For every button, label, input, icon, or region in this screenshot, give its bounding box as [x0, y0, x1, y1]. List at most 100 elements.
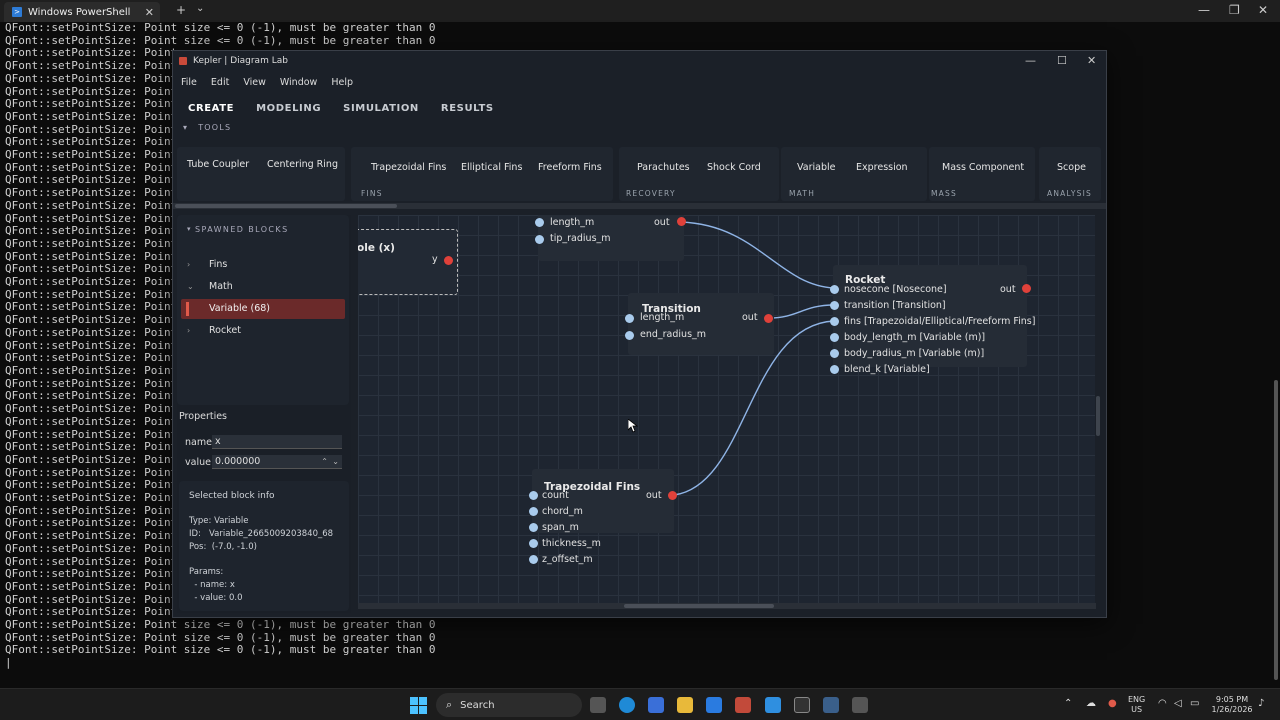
node-nosecone-out-pin[interactable]	[677, 217, 686, 226]
tab-dropdown-icon[interactable]: ⌄	[196, 3, 204, 14]
node-transition-out-pin[interactable]	[764, 314, 773, 323]
node-rocket-out-pin[interactable]	[1022, 284, 1031, 293]
ribbon-mass-component[interactable]: Mass Component	[942, 162, 1024, 173]
ribbon-variable[interactable]: Variable	[797, 162, 835, 173]
ribbon-shock-cord[interactable]: Shock Cord	[707, 162, 761, 173]
node-fins-pin-count[interactable]	[529, 491, 538, 500]
mic-icon[interactable]: ●	[1108, 699, 1117, 709]
node-variable[interactable]: ole (x) y	[358, 229, 458, 295]
canvas-horizontal-scroll-thumb[interactable]	[624, 604, 774, 608]
node-nosecone-out-label: out	[654, 217, 670, 228]
selected-info-type: Type: Variable	[189, 516, 249, 526]
ribbon-centering-ring[interactable]: Centering Ring	[267, 159, 338, 170]
menu-edit[interactable]: Edit	[211, 77, 229, 88]
menu-file[interactable]: File	[181, 77, 197, 88]
terminal-icon[interactable]	[794, 697, 810, 713]
kepler-taskbar-icon[interactable]	[852, 697, 868, 713]
node-variable-out-pin[interactable]	[444, 256, 453, 265]
ribbon-tube-coupler[interactable]: Tube Coupler	[187, 159, 249, 170]
node-nosecone[interactable]: length_m tip_radius_m out	[535, 215, 686, 261]
ribbon-parachutes[interactable]: Parachutes	[637, 162, 690, 173]
console-scrollbar[interactable]	[1274, 380, 1278, 680]
canvas-vertical-scroll-thumb[interactable]	[1096, 396, 1100, 436]
node-rocket-pin-nosecone[interactable]	[830, 285, 839, 294]
tree-item-rocket[interactable]: › Rocket	[187, 325, 241, 336]
ribbon-expression[interactable]: Expression	[856, 162, 908, 173]
node-fins-pin-span[interactable]	[529, 523, 538, 532]
menu-window[interactable]: Window	[280, 77, 317, 88]
close-tab-icon[interactable]: ✕	[145, 6, 154, 19]
node-transition[interactable]: Transition length_m end_radius_m out	[625, 293, 774, 355]
node-fins-pin-z-offset[interactable]	[529, 555, 538, 564]
kepler-titlebar: Kepler | Diagram Lab	[173, 51, 1106, 71]
tray-chevron-icon[interactable]: ⌃	[1064, 699, 1072, 709]
menu-view[interactable]: View	[243, 77, 266, 88]
diagram-canvas[interactable]: ole (x) y length_m tip_radius_m out Tran…	[358, 215, 1096, 605]
taskbar-search[interactable]: ⌕ Search	[436, 693, 582, 717]
wifi-icon[interactable]: ◠	[1158, 699, 1167, 709]
node-rocket-pin-fins[interactable]	[830, 317, 839, 326]
node-trapezoidal-fins[interactable]: Trapezoidal Fins out count chord_m span_…	[529, 469, 677, 565]
name-field[interactable]: x	[212, 435, 342, 449]
tools-toggle[interactable]: ▾ TOOLS	[183, 123, 231, 132]
node-nosecone-pin-tip-radius[interactable]	[535, 235, 544, 244]
minimize-icon[interactable]: —	[1198, 3, 1210, 17]
spin-up-icon[interactable]: ⌃	[321, 455, 328, 469]
onedrive-icon[interactable]: ☁	[1086, 699, 1096, 709]
node-trapezoidal-fins-out-pin[interactable]	[668, 491, 677, 500]
language-indicator[interactable]: ENG US	[1128, 695, 1145, 715]
windows-start-icon[interactable]	[410, 697, 427, 714]
edge-icon[interactable]	[619, 697, 635, 713]
ribbon-trapezoidal-fins[interactable]: Trapezoidal Fins	[371, 162, 446, 173]
ribbon-scope[interactable]: Scope	[1057, 162, 1086, 173]
node-nosecone-pin-length[interactable]	[535, 218, 544, 227]
tree-item-fins[interactable]: › Fins	[187, 259, 227, 270]
kepler-minimize-icon[interactable]: —	[1025, 54, 1036, 67]
node-transition-port-length: length_m	[640, 312, 685, 323]
vscode-icon[interactable]	[765, 697, 781, 713]
node-rocket-pin-blend-k[interactable]	[830, 365, 839, 374]
ribbon-freeform-fins[interactable]: Freeform Fins	[538, 162, 602, 173]
store-icon[interactable]	[648, 697, 664, 713]
app-icon[interactable]	[735, 697, 751, 713]
tab-create[interactable]: CREATE	[188, 103, 234, 114]
node-rocket-port-blend-k: blend_k [Variable]	[844, 364, 930, 375]
tab-modeling[interactable]: MODELING	[256, 103, 321, 114]
outlook-icon[interactable]	[706, 697, 722, 713]
kepler-maximize-icon[interactable]: ☐	[1057, 54, 1067, 67]
menu-bar: File Edit View Window Help	[173, 72, 1106, 92]
new-tab-button[interactable]: +	[176, 3, 186, 17]
value-spinbox[interactable]: 0.000000 ⌃ ⌄	[212, 455, 342, 469]
node-rocket[interactable]: Rocket out nosecone [Nosecone] transitio…	[830, 265, 1035, 375]
clock[interactable]: 9:05 PM 1/26/2026	[1208, 695, 1256, 715]
spawned-collapse-icon[interactable]: ▾	[187, 225, 191, 233]
notification-bell-icon[interactable]: ♪	[1258, 699, 1264, 709]
node-fins-pin-thickness[interactable]	[529, 539, 538, 548]
node-rocket-pin-transition[interactable]	[830, 301, 839, 310]
tab-results[interactable]: RESULTS	[441, 103, 494, 114]
node-transition-pin-end-radius[interactable]	[625, 331, 634, 340]
selected-info-header: Selected block info	[189, 491, 275, 501]
close-icon[interactable]: ✕	[1258, 3, 1268, 17]
node-transition-pin-length[interactable]	[625, 314, 634, 323]
python-app-icon[interactable]	[823, 697, 839, 713]
battery-icon[interactable]: ▭	[1190, 699, 1199, 709]
task-view-icon[interactable]	[590, 697, 606, 713]
powershell-tab[interactable]: > Windows PowerShell ✕	[4, 2, 160, 22]
volume-icon[interactable]: ◁	[1174, 699, 1182, 709]
ribbon-scroll-thumb[interactable]	[175, 204, 397, 208]
kepler-close-icon[interactable]: ✕	[1087, 54, 1096, 67]
node-fins-pin-chord[interactable]	[529, 507, 538, 516]
tree-item-math[interactable]: ⌄ Math	[187, 281, 233, 292]
spin-down-icon[interactable]: ⌄	[332, 455, 339, 469]
node-rocket-pin-body-radius[interactable]	[830, 349, 839, 358]
maximize-icon[interactable]: ❐	[1229, 3, 1240, 17]
name-label: name	[185, 437, 212, 448]
ribbon-elliptical-fins[interactable]: Elliptical Fins	[461, 162, 522, 173]
tab-simulation[interactable]: SIMULATION	[343, 103, 419, 114]
file-explorer-icon[interactable]	[677, 697, 693, 713]
node-rocket-pin-body-length[interactable]	[830, 333, 839, 342]
menu-help[interactable]: Help	[331, 77, 353, 88]
tree-item-variable-selected[interactable]: Variable (68)	[181, 299, 345, 319]
ribbon-group-fins: Trapezoidal Fins Elliptical Fins Freefor…	[351, 147, 613, 201]
